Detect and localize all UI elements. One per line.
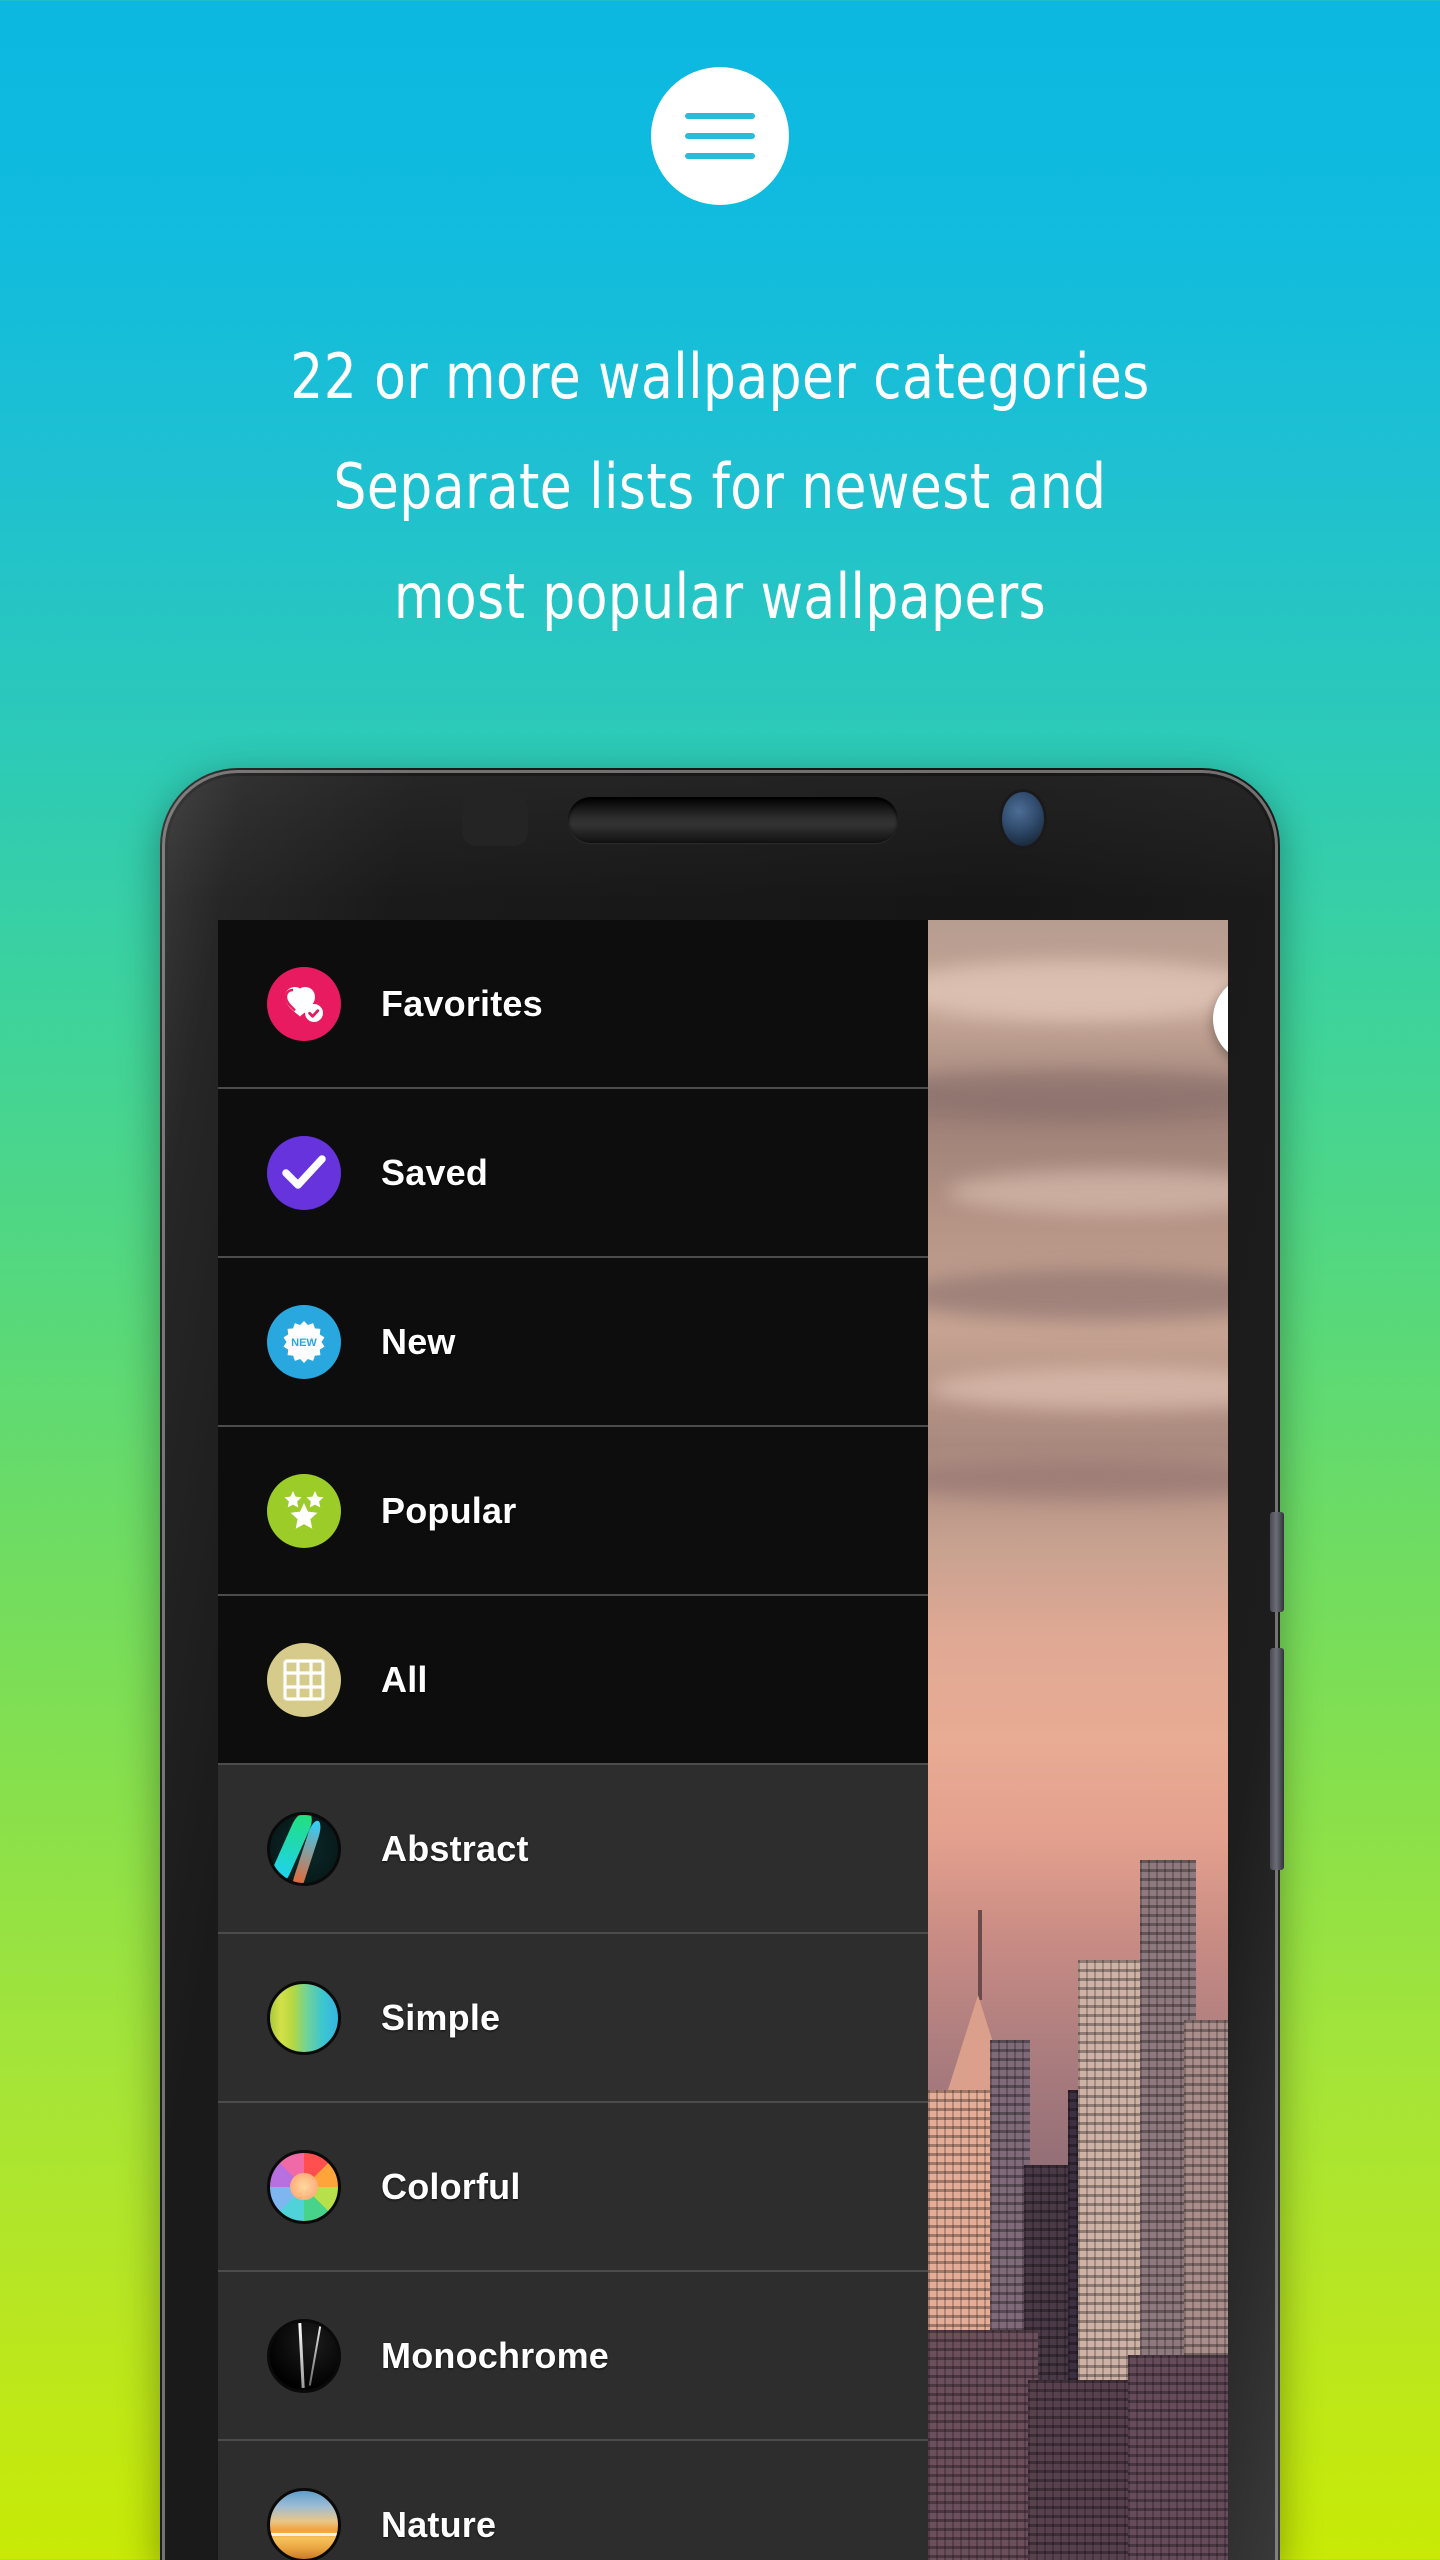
cloud-streak bbox=[928, 1070, 1228, 1118]
volume-rocker[interactable] bbox=[1270, 1648, 1284, 1870]
drawer-item-label: Colorful bbox=[381, 2165, 521, 2207]
page-title: 22 or more wallpaper categories Separate… bbox=[290, 340, 1150, 633]
new-badge-icon: NEW bbox=[267, 1304, 341, 1379]
proximity-sensor bbox=[462, 794, 528, 846]
simple-thumb bbox=[267, 1980, 341, 2055]
heart-check-icon bbox=[267, 966, 341, 1041]
drawer-item-label: Simple bbox=[381, 1996, 501, 2038]
cloud-streak bbox=[928, 960, 1228, 1020]
drawer-item-label: Popular bbox=[381, 1489, 517, 1531]
monochrome-thumb bbox=[267, 2318, 341, 2393]
drawer-item-abstract[interactable]: Abstract bbox=[218, 1765, 928, 1934]
building bbox=[1128, 2355, 1228, 2560]
earpiece-speaker bbox=[568, 797, 898, 843]
drawer-item-all[interactable]: All bbox=[218, 1596, 928, 1765]
cloud-streak bbox=[928, 1270, 1228, 1320]
nature-thumb bbox=[267, 2487, 341, 2560]
tower-needle bbox=[978, 1910, 982, 2000]
drawer-item-label: New bbox=[381, 1320, 456, 1362]
hamburger-menu-icon[interactable] bbox=[651, 67, 789, 205]
phone-screen: Favorites Saved NEW New Popular All Abstract Si… bbox=[218, 920, 1228, 2560]
abstract-thumb bbox=[267, 1811, 341, 1886]
front-camera bbox=[1002, 792, 1044, 846]
drawer-item-label: Monochrome bbox=[381, 2334, 610, 2376]
drawer-item-label: All bbox=[381, 1658, 428, 1700]
drawer-item-popular[interactable]: Popular bbox=[218, 1427, 928, 1596]
drawer-item-label: Abstract bbox=[381, 1827, 529, 1869]
drawer-item-nature[interactable]: Nature bbox=[218, 2441, 928, 2560]
grid-icon bbox=[267, 1642, 341, 1717]
checkmark-icon bbox=[267, 1135, 341, 1210]
colorful-thumb bbox=[267, 2149, 341, 2224]
drawer-item-colorful[interactable]: Colorful bbox=[218, 2103, 928, 2272]
navigation-drawer[interactable]: Favorites Saved NEW New Popular All Abstract Si… bbox=[218, 920, 928, 2560]
cloud-streak bbox=[948, 1170, 1228, 1214]
menu-bar-bottom bbox=[685, 153, 755, 159]
drawer-item-new[interactable]: NEW New bbox=[218, 1258, 928, 1427]
cloud-streak bbox=[928, 1460, 1228, 1500]
hero-section: 22 or more wallpaper categories Separate… bbox=[0, 0, 1440, 760]
drawer-item-label: Saved bbox=[381, 1151, 489, 1193]
drawer-item-monochrome[interactable]: Monochrome bbox=[218, 2272, 928, 2441]
menu-bar-top bbox=[685, 113, 755, 119]
power-button[interactable] bbox=[1270, 1512, 1284, 1612]
city-skyline-wallpaper[interactable] bbox=[928, 920, 1228, 2560]
drawer-item-favorites[interactable]: Favorites bbox=[218, 920, 928, 1089]
drawer-item-saved[interactable]: Saved bbox=[218, 1089, 928, 1258]
drawer-item-simple[interactable]: Simple bbox=[218, 1934, 928, 2103]
skyline-silhouette bbox=[928, 1660, 1228, 2560]
drawer-item-label: Nature bbox=[381, 2503, 497, 2545]
cloud-streak bbox=[928, 1368, 1228, 1410]
menu-bar-middle bbox=[685, 133, 755, 139]
stars-icon bbox=[267, 1473, 341, 1548]
svg-text:NEW: NEW bbox=[291, 1337, 317, 1349]
building bbox=[928, 2330, 1038, 2560]
drawer-item-label: Favorites bbox=[381, 982, 543, 1024]
